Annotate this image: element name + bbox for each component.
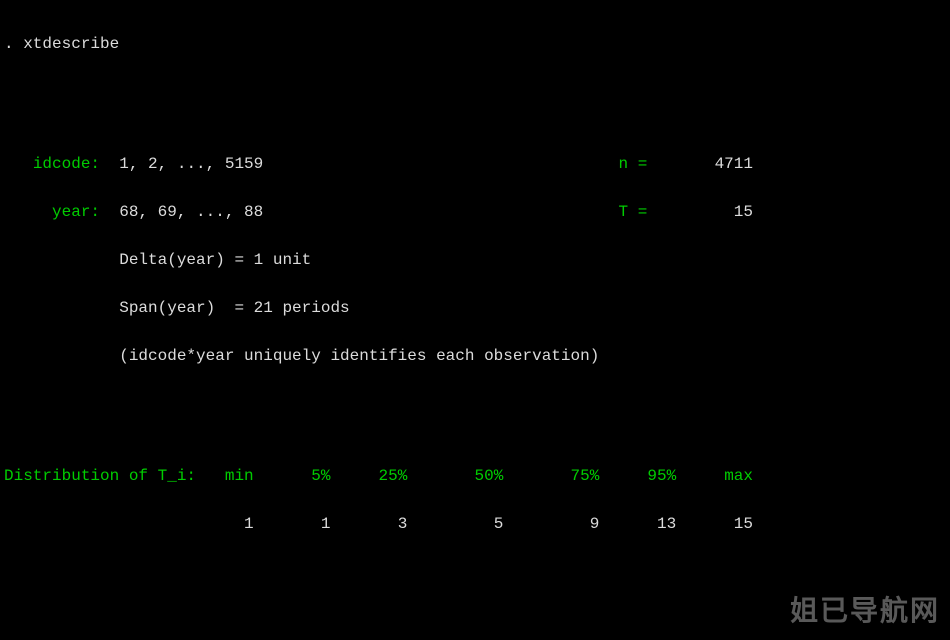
unique-row: (idcode*year uniquely identifies each ob… <box>4 344 946 368</box>
dist-header-row: Distribution of T_i: min 5% 25% 50% 75% … <box>4 464 946 488</box>
terminal-output: . xtdescribe idcode: 1, 2, ..., 5159 n =… <box>0 0 950 640</box>
dist-values-row: 1 1 3 5 9 13 15 <box>4 512 946 536</box>
delta-row: Delta(year) = 1 unit <box>4 248 946 272</box>
watermark: 姐已导航网 <box>790 590 940 632</box>
pattern-table: Freq. Percent Cum. │ Pattern ───────────… <box>20 632 946 640</box>
command-line: . xtdescribe <box>4 32 946 56</box>
idcode-row: idcode: 1, 2, ..., 5159 n = 4711 <box>4 152 946 176</box>
span-row: Span(year) = 21 periods <box>4 296 946 320</box>
year-row: year: 68, 69, ..., 88 T = 15 <box>4 200 946 224</box>
